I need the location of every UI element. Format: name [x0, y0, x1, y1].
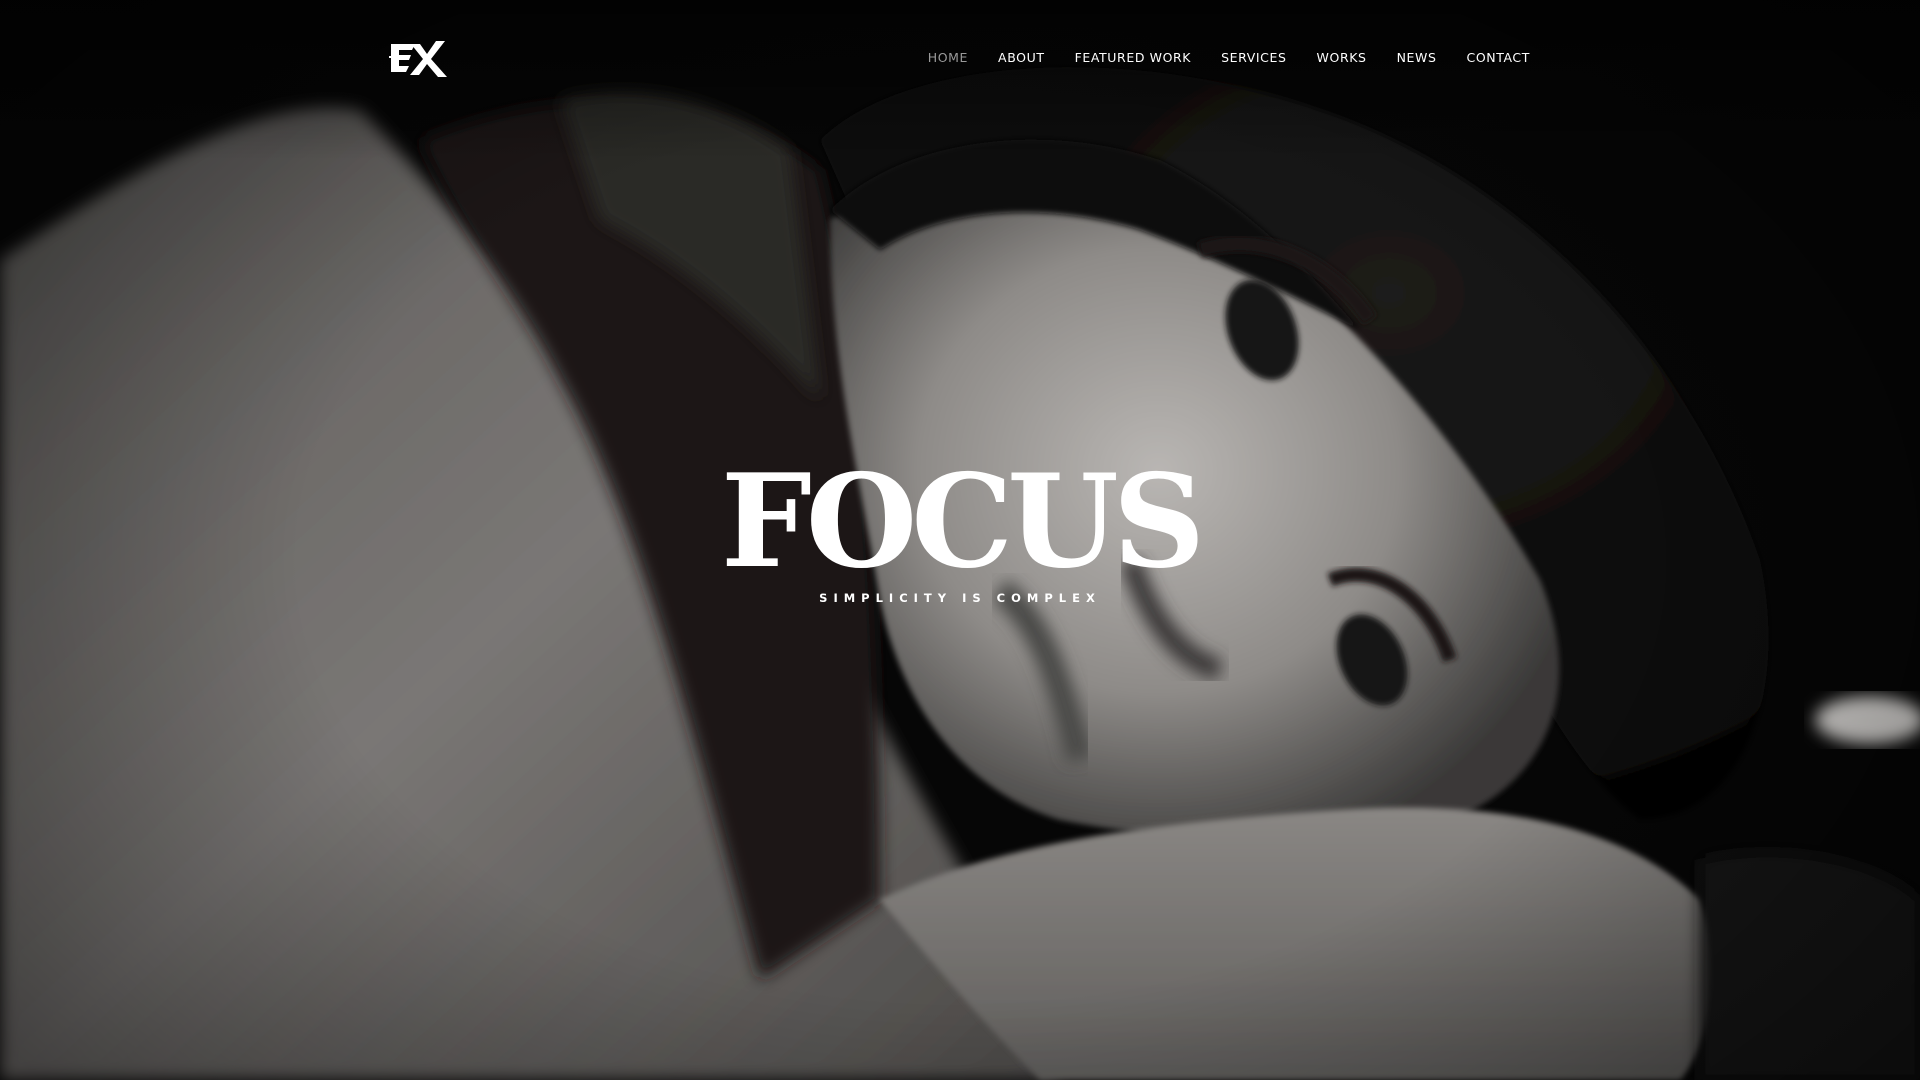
hero-section: HOME ABOUT FEATURED WORK SERVICES WORKS … [0, 0, 1920, 1080]
nav-item-contact[interactable]: CONTACT [1467, 50, 1530, 65]
nav-item-home[interactable]: HOME [928, 50, 968, 65]
hero-title: FOCUS [720, 447, 1205, 597]
nav-item-works[interactable]: WORKS [1317, 50, 1367, 65]
site-header: HOME ABOUT FEATURED WORK SERVICES WORKS … [0, 0, 1920, 118]
nav-item-about[interactable]: ABOUT [998, 50, 1045, 65]
hero-subtitle: SIMPLICITY IS COMPLEX [819, 591, 1101, 605]
main-navigation: HOME ABOUT FEATURED WORK SERVICES WORKS … [898, 50, 1530, 65]
ex-logo-icon[interactable] [389, 39, 449, 77]
nav-item-services[interactable]: SERVICES [1221, 50, 1286, 65]
nav-item-news[interactable]: NEWS [1397, 50, 1437, 65]
nav-item-featured-work[interactable]: FEATURED WORK [1075, 50, 1192, 65]
